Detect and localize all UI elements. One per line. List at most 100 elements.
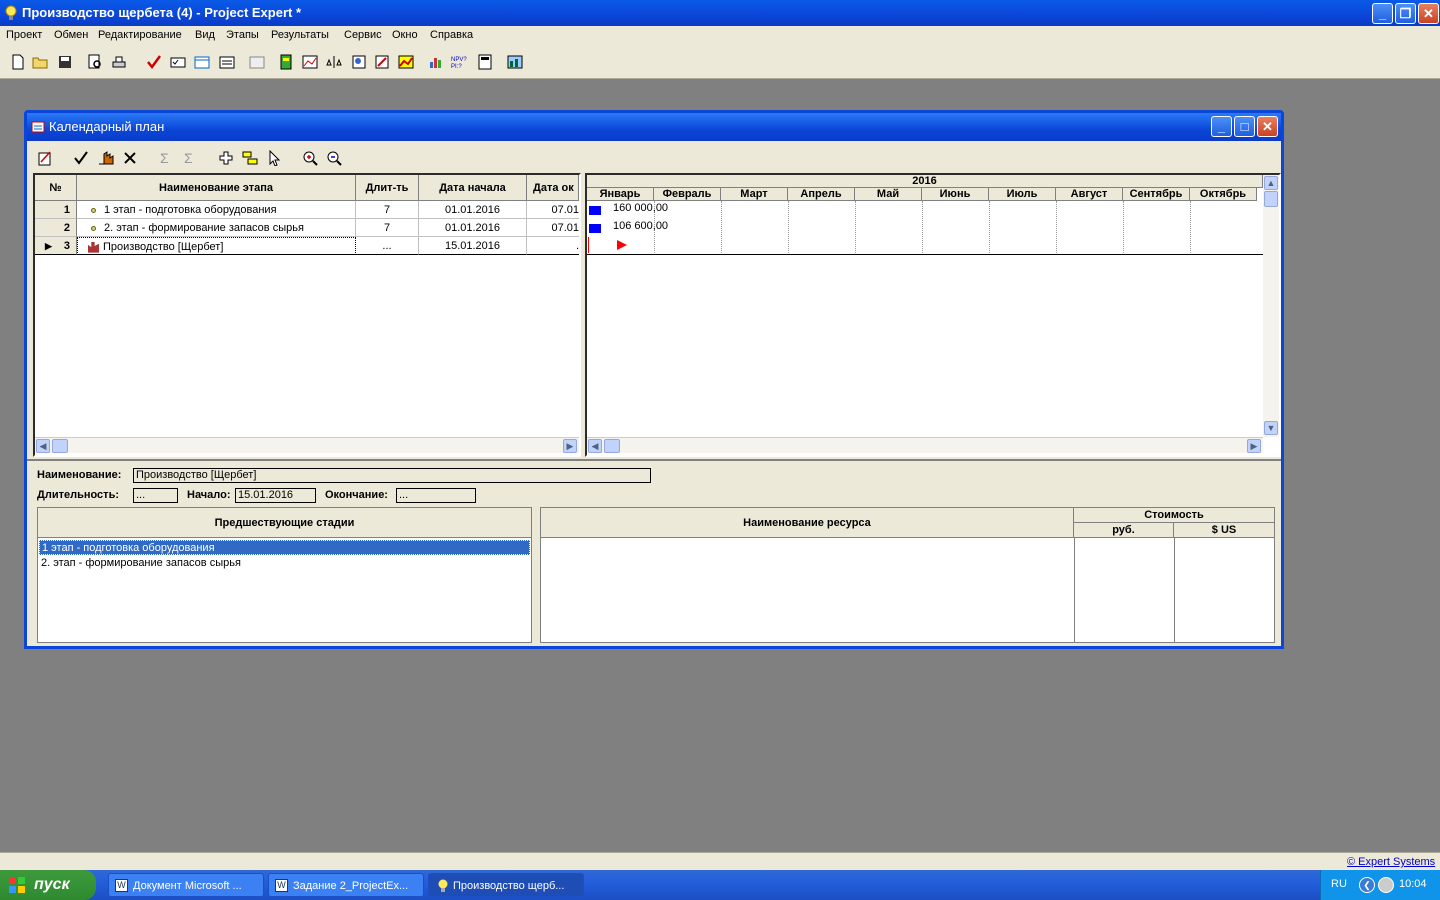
menu-results[interactable]: Результаты bbox=[271, 29, 329, 41]
bar-chart-icon[interactable] bbox=[428, 54, 444, 70]
scroll-up-arrow-icon[interactable]: ▲ bbox=[1264, 176, 1278, 190]
scroll-down-arrow-icon[interactable]: ▼ bbox=[1264, 421, 1278, 435]
grid-horizontal-scrollbar[interactable]: ◀ ▶ bbox=[35, 437, 579, 453]
col-header-end[interactable]: Дата ок bbox=[527, 175, 579, 201]
menu-view[interactable]: Вид bbox=[195, 29, 215, 41]
expert-systems-link[interactable]: © Expert Systems bbox=[1347, 856, 1435, 868]
minimize-button[interactable]: _ bbox=[1372, 3, 1393, 24]
balance-icon[interactable] bbox=[326, 54, 342, 70]
analysis-icon[interactable] bbox=[507, 54, 523, 70]
scroll-left-arrow-icon[interactable]: ◀ bbox=[588, 439, 602, 453]
taskbar-project-expert[interactable]: Производство щерб... bbox=[428, 873, 584, 897]
grid-line bbox=[922, 201, 923, 255]
menu-window[interactable]: Окно bbox=[392, 29, 418, 41]
start-field[interactable]: 15.01.2016 bbox=[235, 488, 316, 503]
apply-check-icon[interactable] bbox=[73, 150, 89, 166]
start-label: Начало: bbox=[187, 489, 231, 501]
table-row-selected[interactable]: Производство [Щербет] bbox=[77, 237, 356, 255]
gantt-bar[interactable] bbox=[589, 224, 601, 233]
child-close-button[interactable]: ✕ bbox=[1257, 116, 1278, 137]
duration-field[interactable]: ... bbox=[133, 488, 178, 503]
col-header-name[interactable]: Наименование этапа bbox=[77, 175, 356, 201]
child-minimize-button[interactable]: _ bbox=[1211, 116, 1232, 137]
stage-duration[interactable]: 7 bbox=[356, 219, 419, 237]
stage-start[interactable]: 01.01.2016 bbox=[419, 201, 527, 219]
row-number[interactable]: ▶ 3 bbox=[35, 237, 77, 255]
print-preview-icon[interactable] bbox=[87, 54, 103, 70]
menu-service[interactable]: Сервис bbox=[344, 29, 382, 41]
book-icon[interactable] bbox=[278, 54, 294, 70]
scroll-thumb[interactable] bbox=[604, 439, 620, 453]
word-icon: W bbox=[115, 879, 128, 892]
stage-end[interactable]: 07.01 bbox=[527, 219, 579, 237]
delete-icon[interactable] bbox=[122, 150, 138, 166]
list-item[interactable]: 1 этап - подготовка оборудования bbox=[39, 540, 530, 555]
gantt-vertical-scrollbar[interactable]: ▲ ▼ bbox=[1263, 175, 1279, 437]
sum-up-icon[interactable]: Σ bbox=[158, 150, 174, 166]
end-field[interactable]: ... bbox=[396, 488, 476, 503]
cashflow-icon[interactable] bbox=[302, 54, 318, 70]
svg-text:Σ: Σ bbox=[160, 150, 169, 166]
taskbar-word-task[interactable]: W Задание 2_ProjectEx... bbox=[268, 873, 424, 897]
row-number[interactable]: 2 bbox=[35, 219, 77, 237]
col-header-start[interactable]: Дата начала bbox=[419, 175, 527, 201]
zoom-in-icon[interactable] bbox=[302, 150, 318, 166]
menu-stages[interactable]: Этапы bbox=[226, 29, 259, 41]
sum-down-icon[interactable]: Σ bbox=[182, 150, 198, 166]
chart-icon[interactable] bbox=[398, 54, 414, 70]
scroll-right-arrow-icon[interactable]: ▶ bbox=[563, 439, 577, 453]
resources-icon[interactable] bbox=[98, 150, 114, 166]
table-icon[interactable] bbox=[249, 54, 265, 70]
new-file-icon[interactable] bbox=[10, 54, 26, 70]
add-group-icon[interactable] bbox=[242, 150, 258, 166]
menu-edit[interactable]: Редактирование bbox=[98, 29, 182, 41]
save-icon[interactable] bbox=[57, 54, 73, 70]
list-icon[interactable] bbox=[219, 54, 235, 70]
taskbar-word-doc[interactable]: W Документ Microsoft ... bbox=[108, 873, 264, 897]
calendar-icon[interactable] bbox=[194, 54, 210, 70]
table-row[interactable]: 2. этап - формирование запасов сырья bbox=[77, 219, 356, 237]
col-header-number[interactable]: № bbox=[35, 175, 77, 201]
row-number[interactable]: 1 bbox=[35, 201, 77, 219]
scroll-left-arrow-icon[interactable]: ◀ bbox=[36, 439, 50, 453]
add-stage-icon[interactable] bbox=[218, 150, 234, 166]
menu-exchange[interactable]: Обмен bbox=[54, 29, 88, 41]
close-button[interactable]: ✕ bbox=[1418, 3, 1439, 24]
language-indicator[interactable]: RU bbox=[1331, 878, 1347, 890]
checklist-icon[interactable] bbox=[170, 54, 186, 70]
stage-end[interactable]: 07.01 bbox=[527, 201, 579, 219]
stage-duration[interactable]: 7 bbox=[356, 201, 419, 219]
pointer-icon[interactable] bbox=[267, 150, 283, 166]
zoom-out-icon[interactable] bbox=[326, 150, 342, 166]
menu-help[interactable]: Справка bbox=[430, 29, 473, 41]
col-header-duration[interactable]: Длит-ть bbox=[356, 175, 419, 201]
start-button[interactable]: пуск bbox=[0, 870, 96, 900]
table-row[interactable]: 1 этап - подготовка оборудования bbox=[77, 201, 356, 219]
scroll-right-arrow-icon[interactable]: ▶ bbox=[1247, 439, 1261, 453]
structure-icon[interactable] bbox=[477, 54, 493, 70]
open-folder-icon[interactable] bbox=[32, 54, 48, 70]
tray-app-icon[interactable] bbox=[1378, 877, 1394, 893]
properties-icon[interactable] bbox=[37, 150, 53, 166]
gantt-bar[interactable] bbox=[589, 206, 601, 215]
gantt-horizontal-scrollbar[interactable]: ◀ ▶ bbox=[587, 437, 1263, 453]
stage-end[interactable]: . bbox=[527, 237, 579, 255]
edit-report-icon[interactable] bbox=[374, 54, 390, 70]
print-icon[interactable] bbox=[111, 54, 127, 70]
stage-duration[interactable]: ... bbox=[356, 237, 419, 255]
collapse-tray-icon[interactable]: ❮ bbox=[1359, 877, 1375, 893]
check-icon[interactable] bbox=[146, 54, 162, 70]
name-field[interactable]: Производство [Щербет] bbox=[133, 468, 651, 483]
scroll-thumb[interactable] bbox=[52, 439, 68, 453]
npv-pi-icon[interactable]: NPV?PI:? bbox=[451, 54, 467, 70]
stage-start[interactable]: 15.01.2016 bbox=[419, 237, 527, 255]
report-icon[interactable] bbox=[351, 54, 367, 70]
menu-project[interactable]: Проект bbox=[6, 29, 42, 41]
milestone-flag-icon[interactable] bbox=[617, 240, 627, 250]
scroll-thumb[interactable] bbox=[1264, 191, 1278, 207]
stage-start[interactable]: 01.01.2016 bbox=[419, 219, 527, 237]
list-item[interactable]: 2. этап - формирование запасов сырья bbox=[39, 556, 530, 571]
restore-button[interactable]: ❐ bbox=[1395, 3, 1416, 24]
child-maximize-button[interactable]: □ bbox=[1234, 116, 1255, 137]
grid-line bbox=[1123, 201, 1124, 255]
